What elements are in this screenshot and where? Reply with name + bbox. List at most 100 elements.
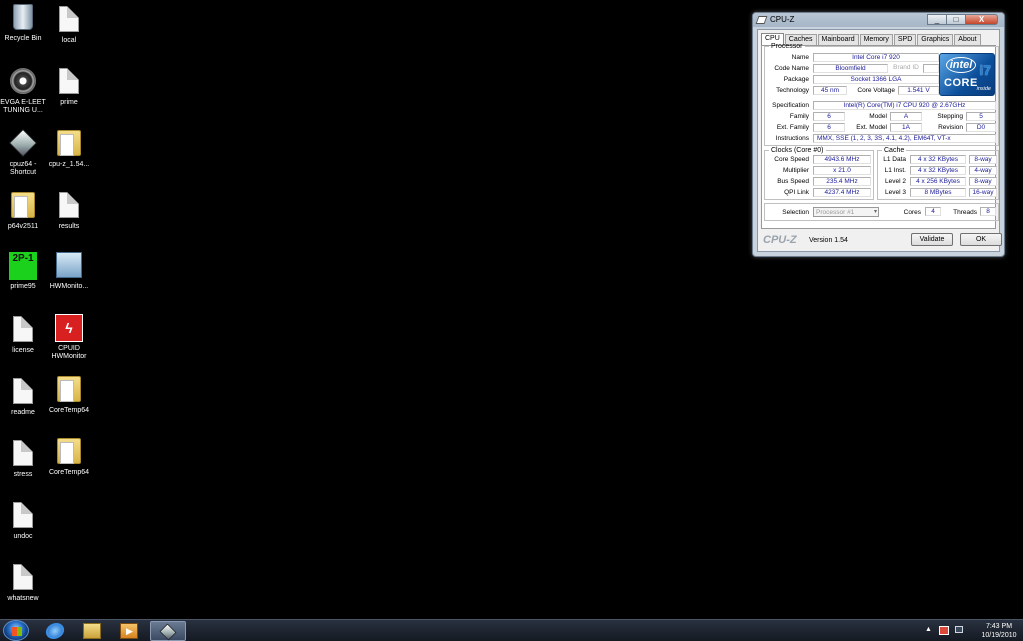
desktop-icon-evga[interactable]: EVGA E-LEET TUNING U...	[0, 68, 46, 115]
desktop-icon-p64v2511[interactable]: p64v2511	[0, 192, 46, 231]
core-speed-value: 4943.6 MHz	[813, 155, 871, 164]
desktop-icon-label: HWMonito...	[49, 283, 89, 290]
clock[interactable]: 7:43 PM 10/19/2010	[979, 622, 1019, 640]
minimize-button[interactable]: _	[927, 14, 947, 25]
desktop-icon-label: stress	[13, 471, 33, 478]
threads-value: 8	[980, 207, 996, 216]
window-titlebar[interactable]: CPU-Z _ □ X	[753, 13, 1004, 27]
desktop-icon-label: whatsnew	[7, 595, 39, 602]
ok-button[interactable]: OK	[960, 233, 1002, 246]
close-button[interactable]: X	[965, 14, 998, 25]
cache-row-ways: 8-way	[969, 155, 997, 164]
desktop-icon-coretemp64-a[interactable]: CoreTemp64	[46, 376, 92, 415]
show-hidden-icons-arrow[interactable]: ▲	[925, 626, 935, 635]
folder-icon	[57, 130, 81, 156]
cache-group-label: Cache	[884, 147, 905, 154]
cpuz-app-icon	[755, 16, 768, 24]
recycle-bin-icon	[13, 4, 33, 30]
multiplier-label: Multiplier	[782, 167, 809, 174]
desktop-icon-label: undoc	[13, 533, 33, 540]
desktop-icon-label: CPUID HWMonitor	[51, 345, 87, 360]
desktop-icon-stress[interactable]: stress	[0, 440, 46, 479]
clocks-group: Clocks (Core #0) Core Speed 4943.6 MHz M…	[764, 147, 874, 200]
taskbar-cpuz[interactable]	[150, 621, 186, 641]
desktop-icon-results[interactable]: results	[46, 192, 92, 231]
taskbar-explorer[interactable]	[75, 621, 109, 641]
cpuz-window[interactable]: CPU-Z _ □ X CPU Caches Mainboard Memory …	[752, 12, 1005, 257]
desktop-icon-label: Recycle Bin	[4, 35, 42, 42]
codename-label: Code Name	[774, 65, 809, 72]
revision-value: D0	[966, 123, 996, 132]
intel-logo-model: i7	[979, 62, 991, 78]
instructions-value: MMX, SSE (1, 2, 3, 3S, 4.1, 4.2), EM64T,…	[813, 134, 996, 143]
windows-explorer-icon	[83, 623, 101, 639]
processor-select-value: Processor #1	[816, 209, 855, 216]
document-icon	[13, 378, 33, 404]
desktop-icon-label: prime	[60, 99, 78, 106]
processor-select[interactable]: Processor #1 ▾	[813, 207, 879, 217]
document-icon	[59, 6, 79, 32]
window-client: CPU Caches Mainboard Memory SPD Graphics…	[757, 29, 1002, 252]
cache-row-label: L1 Data	[883, 156, 906, 163]
media-player-icon: ▶	[120, 623, 138, 639]
desktop-icon-undoc[interactable]: undoc	[0, 502, 46, 541]
desktop-icon-whatsnew[interactable]: whatsnew	[0, 564, 46, 603]
desktop-icon-cpuid-hwmonitor[interactable]: ϟ CPUID HWMonitor	[46, 314, 92, 361]
taskbar-media-player[interactable]: ▶	[112, 621, 146, 641]
desktop-icon-hwmonitor[interactable]: HWMonito...	[46, 252, 92, 291]
cache-row-size: 8 MBytes	[910, 188, 966, 197]
core-voltage-value: 1.541 V	[898, 86, 939, 95]
desktop-icon-cpuz64[interactable]: cpuz64 - Shortcut	[0, 129, 46, 177]
action-center-flag-icon[interactable]	[939, 626, 949, 635]
desktop-icon-readme[interactable]: readme	[0, 378, 46, 417]
window-title: CPU-Z	[770, 15, 795, 24]
package-label: Package	[783, 76, 809, 83]
maximize-button[interactable]: □	[946, 14, 966, 25]
brand-id-value	[923, 64, 939, 73]
cpuz-icon	[159, 623, 177, 641]
ext-model-value: 1A	[890, 123, 922, 132]
desktop-icon-coretemp64-b[interactable]: CoreTemp64	[46, 438, 92, 477]
stepping-label: Stepping	[937, 113, 963, 120]
selection-row: Selection Processor #1 ▾ Cores 4 Threads…	[764, 203, 999, 221]
intel-core-i7-logo: intel i7 CORE inside	[939, 53, 995, 96]
selection-label: Selection	[782, 209, 809, 216]
start-button[interactable]	[3, 620, 29, 641]
stepping-value: 5	[966, 112, 996, 121]
desktop-icon-cpu-z-folder[interactable]: cpu-z_1.54...	[46, 130, 92, 169]
name-value: Intel Core i7 920	[813, 53, 939, 62]
cores-label: Cores	[903, 209, 921, 216]
desktop-icon-license[interactable]: license	[0, 316, 46, 355]
cache-row-size: 4 x 256 KBytes	[910, 177, 966, 186]
revision-label: Revision	[938, 124, 963, 131]
cache-row-label: L1 Inst.	[884, 167, 906, 174]
desktop-icon-prime[interactable]: prime	[46, 68, 92, 107]
taskbar-internet-explorer[interactable]	[38, 621, 72, 641]
intel-logo-tag: inside	[976, 86, 991, 92]
desktop-icon-recycle-bin[interactable]: Recycle Bin	[0, 4, 46, 43]
network-icon[interactable]	[955, 626, 965, 635]
specification-label: Specification	[772, 102, 809, 109]
processor-group: Processor intel i7 CORE inside Name Inte…	[764, 43, 999, 146]
cache-row-size: 4 x 32 KBytes	[910, 166, 966, 175]
name-label: Name	[791, 54, 809, 61]
version-label: Version 1.54	[809, 237, 848, 244]
model-value: A	[890, 112, 922, 121]
ext-family-value: 6	[813, 123, 845, 132]
window-footer: CPU-Z Version 1.54 Validate OK	[761, 231, 1002, 249]
family-label: Family	[789, 113, 809, 120]
threads-label: Threads	[953, 209, 977, 216]
system-tray: ▲ 7:43 PM 10/19/2010	[923, 620, 1023, 641]
desktop-icon-label: license	[12, 347, 34, 354]
validate-button[interactable]: Validate	[911, 233, 953, 246]
hwmonitor-installer-icon	[56, 252, 82, 278]
processor-group-label: Processor	[771, 43, 803, 50]
codename-value: Bloomfield	[813, 64, 888, 73]
document-icon	[59, 192, 79, 218]
desktop-icon-label: cpuz64 - Shortcut	[9, 161, 37, 176]
desktop-icon-prime95[interactable]: 2P-1 prime95	[0, 252, 46, 291]
desktop-icon-local[interactable]: local	[46, 6, 92, 45]
cpuid-hwmonitor-icon: ϟ	[55, 314, 83, 342]
intel-logo-line: CORE	[944, 77, 978, 89]
cpuz-icon	[9, 129, 37, 157]
